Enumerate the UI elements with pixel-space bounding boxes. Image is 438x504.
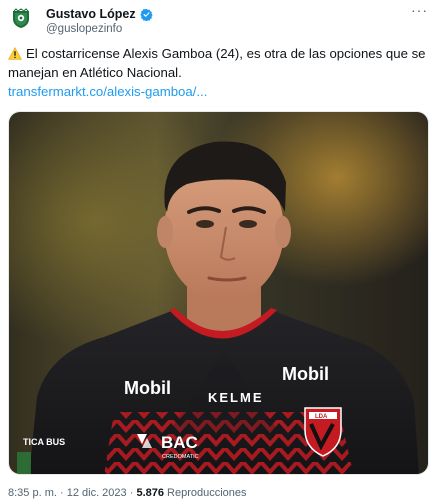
- crest-text: LDA: [315, 414, 328, 420]
- tweet-time[interactable]: 8:35 p. m.: [8, 487, 57, 499]
- meta-separator: ·: [129, 487, 134, 499]
- meta-separator: ·: [59, 487, 64, 499]
- tweet-header: Gustavo López @guslopezinfo: [46, 6, 153, 37]
- views-label: Reproducciones: [167, 487, 247, 499]
- tweet-date[interactable]: 12 dic. 2023: [67, 487, 127, 499]
- jersey-brand: KELME: [208, 390, 264, 405]
- sleeve-sponsor: TICA BUS: [23, 437, 65, 447]
- player-photo-image: Mobil Mobil KELME BAC CREDOMATIC LDA TIC…: [9, 112, 428, 474]
- jersey-sponsor-2: BAC: [161, 433, 198, 452]
- tweet-link[interactable]: transfermarkt.co/alexis-gamboa/...: [8, 84, 207, 99]
- warning-emoji-icon: [8, 47, 22, 60]
- club-crest-avatar-icon: [13, 8, 29, 28]
- jersey-sponsor-2-sub: CREDOMATIC: [162, 454, 199, 460]
- jersey-sponsor-right: Mobil: [282, 364, 329, 384]
- tweet-photo[interactable]: Mobil Mobil KELME BAC CREDOMATIC LDA TIC…: [8, 111, 429, 475]
- more-options-icon[interactable]: ···: [411, 2, 428, 18]
- author-handle[interactable]: @guslopezinfo: [46, 22, 153, 37]
- tweet-text: El costarricense Alexis Gamboa (24), es …: [8, 46, 426, 80]
- verified-badge-icon: [139, 8, 153, 21]
- jersey-sponsor-left: Mobil: [124, 378, 171, 398]
- views-count: 5.876: [136, 487, 164, 499]
- author-name[interactable]: Gustavo López: [46, 6, 136, 22]
- tweet-meta: 8:35 p. m. · 12 dic. 2023 · 5.876 Reprod…: [8, 487, 247, 499]
- tweet-body: El costarricense Alexis Gamboa (24), es …: [8, 44, 428, 101]
- author-avatar[interactable]: [9, 7, 33, 31]
- author-name-row[interactable]: Gustavo López: [46, 6, 153, 22]
